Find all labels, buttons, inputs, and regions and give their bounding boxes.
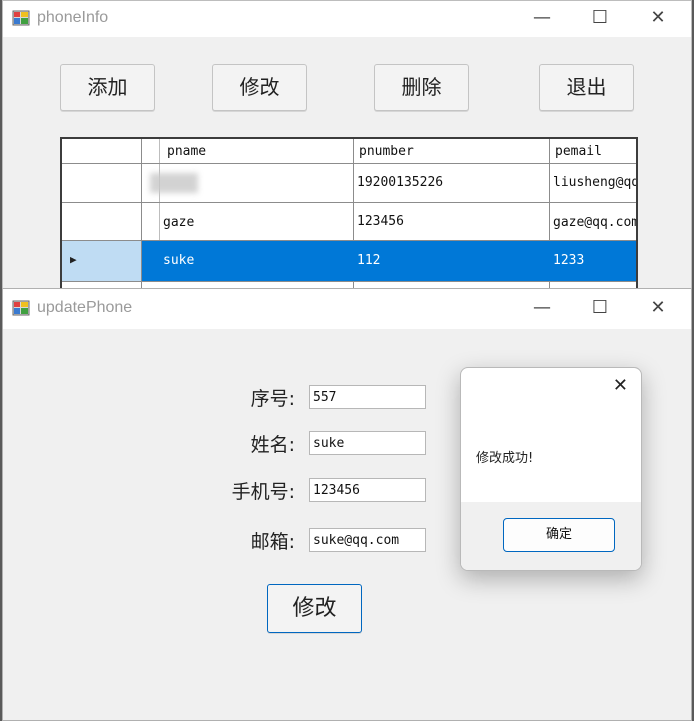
- id-field[interactable]: 557: [309, 385, 426, 409]
- add-button[interactable]: 添加: [60, 64, 155, 111]
- minimize-icon[interactable]: —: [513, 1, 571, 37]
- name-field[interactable]: suke: [309, 431, 426, 455]
- column-header-pemail[interactable]: pemail: [555, 139, 602, 163]
- table-cell-pnumber[interactable]: 19200135226: [357, 175, 443, 190]
- delete-button[interactable]: 删除: [374, 64, 469, 111]
- email-label: 邮箱:: [250, 531, 295, 553]
- grid-divider: [62, 281, 636, 282]
- email-field[interactable]: suke@qq.com: [309, 528, 426, 552]
- exit-button[interactable]: 退出: [539, 64, 634, 111]
- name-label: 姓名:: [250, 434, 295, 456]
- update-submit-button[interactable]: 修改: [267, 584, 362, 633]
- table-cell-pemail[interactable]: 1233: [553, 253, 584, 268]
- app-icon: [12, 10, 30, 26]
- close-icon[interactable]: ✕: [629, 289, 687, 325]
- window-title: updatePhone: [37, 299, 133, 316]
- table-cell-pnumber[interactable]: 112: [357, 253, 380, 268]
- dialog-close-icon[interactable]: ✕: [613, 375, 628, 396]
- message-dialog: ✕ 修改成功! 确定: [460, 367, 642, 571]
- blurred-name-cell: [150, 173, 198, 193]
- current-row-indicator-icon: ▶: [70, 253, 77, 266]
- title-bar: updatePhone — ☐ ✕: [3, 289, 691, 329]
- window-title: phoneInfo: [37, 9, 109, 26]
- grid-divider: [62, 202, 636, 203]
- phone-data-grid[interactable]: pname pnumber pemail 19200135226 liushen…: [60, 137, 638, 301]
- title-bar: phoneInfo — ☐ ✕: [3, 1, 691, 37]
- ok-button[interactable]: 确定: [503, 518, 615, 552]
- close-icon[interactable]: ✕: [629, 1, 687, 37]
- dialog-message: 修改成功!: [476, 451, 534, 466]
- maximize-icon[interactable]: ☐: [571, 1, 629, 37]
- table-cell-pemail[interactable]: liusheng@qq: [553, 175, 636, 190]
- maximize-icon[interactable]: ☐: [571, 289, 629, 325]
- table-cell-pemail[interactable]: gaze@qq.com: [553, 215, 636, 230]
- id-label: 序号:: [250, 388, 295, 410]
- table-cell-pnumber[interactable]: 123456: [357, 214, 404, 229]
- column-header-pnumber[interactable]: pnumber: [359, 139, 414, 163]
- dialog-footer: 确定: [461, 502, 641, 570]
- table-cell-pname[interactable]: gaze: [163, 215, 194, 230]
- table-cell-pname[interactable]: suke: [163, 253, 194, 268]
- grid-divider: [62, 163, 636, 164]
- minimize-icon[interactable]: —: [513, 289, 571, 325]
- phone-label: 手机号:: [231, 481, 295, 503]
- column-header-pname[interactable]: pname: [167, 139, 206, 163]
- phone-field[interactable]: 123456: [309, 478, 426, 502]
- app-icon: [12, 300, 30, 316]
- edit-button[interactable]: 修改: [212, 64, 307, 111]
